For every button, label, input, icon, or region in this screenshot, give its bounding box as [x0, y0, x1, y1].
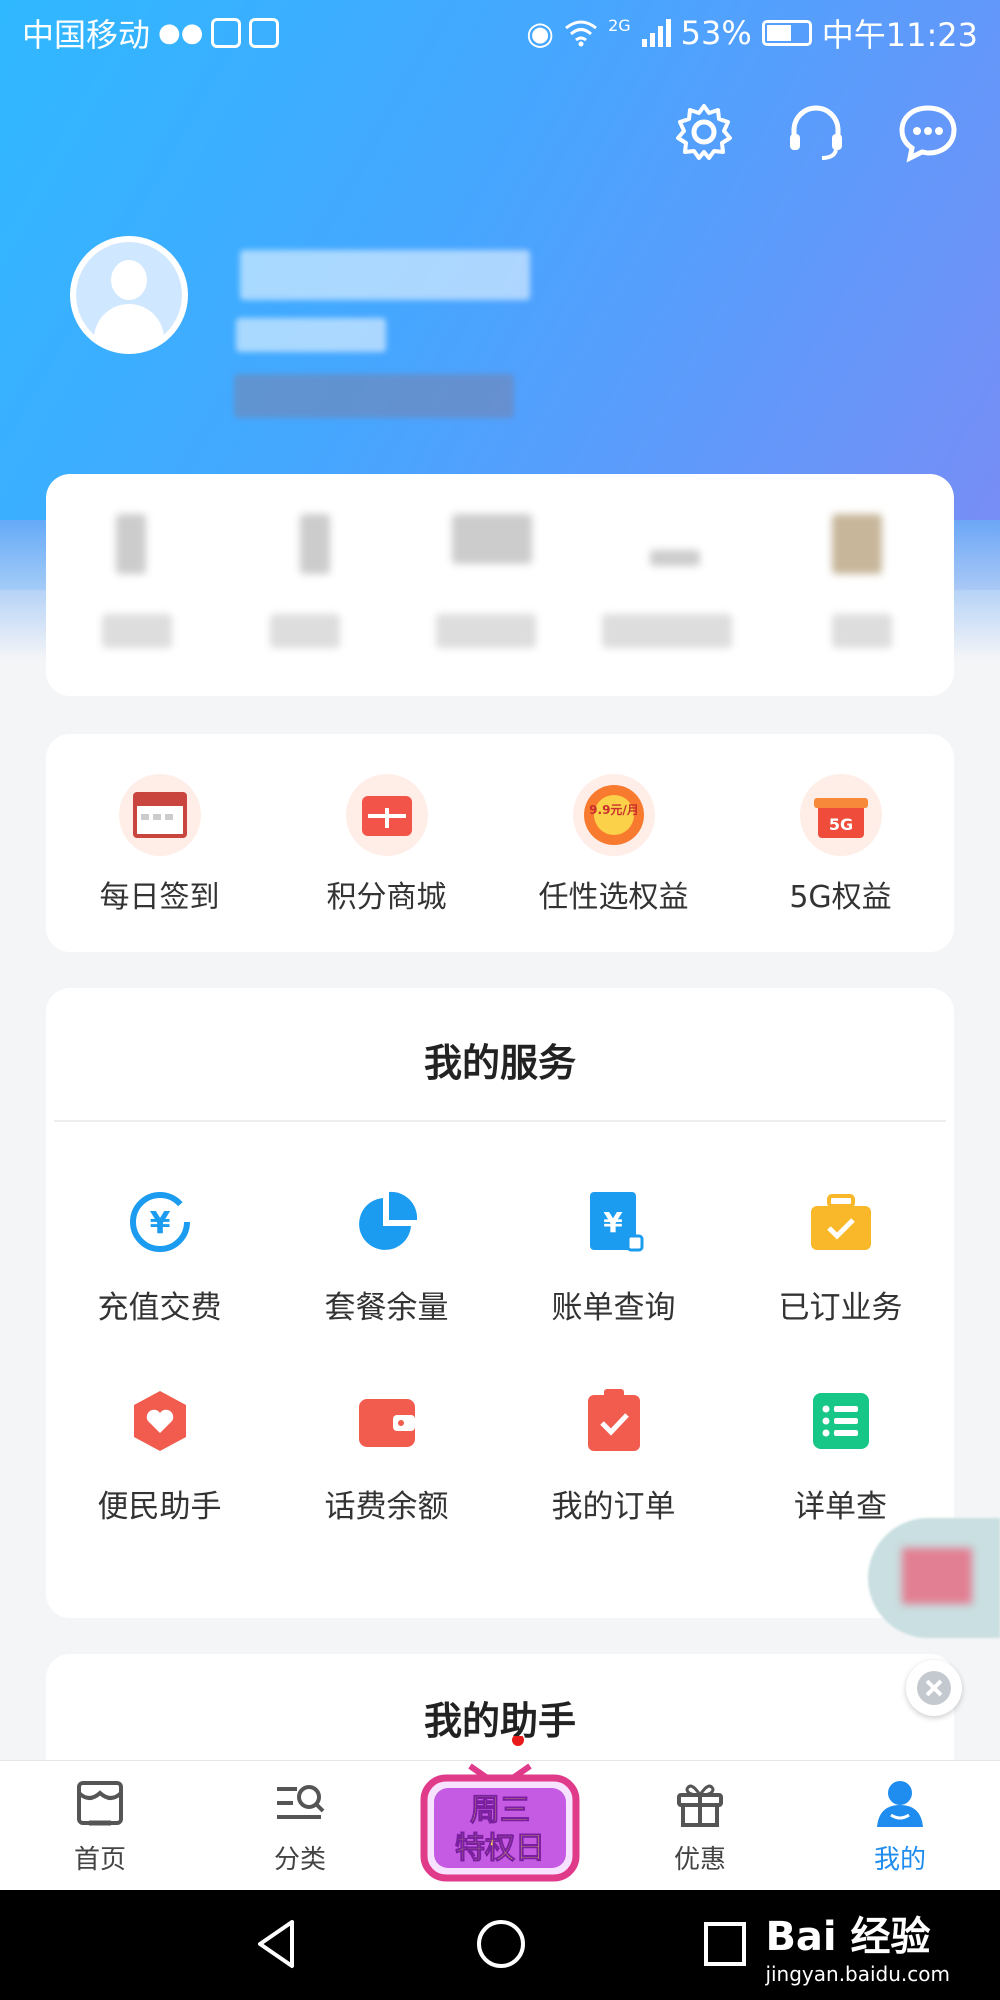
quick-actions-card: 每日签到 积分商城 9.9元/月 任性选权益 5G 5G权益: [46, 734, 954, 952]
service-my-orders[interactable]: 我的订单: [500, 1387, 727, 1526]
service-label: 账单查询: [551, 1290, 676, 1326]
bill-yuan-icon: ¥: [580, 1188, 648, 1256]
user-icon: [877, 1781, 923, 1827]
username-redacted: [240, 250, 530, 300]
yuan-refresh-icon: ¥: [126, 1188, 194, 1256]
wechat-icon: ●●: [158, 18, 204, 48]
5g-badge: 5G: [828, 815, 852, 834]
service-label: 话费余额: [324, 1489, 449, 1525]
svg-text:¥: ¥: [603, 1206, 623, 1239]
svg-text:¥: ¥: [149, 1206, 170, 1241]
service-label: 详单查: [794, 1489, 887, 1525]
back-icon[interactable]: [252, 1916, 302, 1972]
quick-action-points-mall[interactable]: 积分商城: [273, 734, 500, 952]
category-search-icon: [277, 1785, 325, 1819]
close-icon[interactable]: [906, 1660, 962, 1716]
level-redacted: [236, 318, 386, 352]
quick-action-label: 任性选权益: [538, 880, 689, 915]
stat-value-redacted: [650, 550, 700, 566]
signal-icon: [641, 19, 671, 47]
wifi-icon: [565, 20, 597, 47]
battery-icon: [761, 20, 812, 46]
benefit-badge: 9.9元/月: [589, 803, 639, 817]
calendar-checkin-icon: [118, 774, 201, 856]
tab-mine[interactable]: 我的: [840, 1777, 960, 1876]
network-type: 2G: [608, 16, 631, 35]
home-store-icon: [77, 1781, 123, 1826]
quick-action-label: 积分商城: [326, 880, 447, 915]
service-bill-query[interactable]: ¥ 账单查询: [500, 1188, 727, 1327]
stat-label-redacted: [602, 614, 732, 648]
floating-ad[interactable]: [868, 1518, 1000, 1638]
promo-line-2: 特权日: [455, 1831, 545, 1866]
tab-label: 首页: [73, 1845, 126, 1875]
services-divider: [54, 1120, 946, 1122]
heart-hexagon-icon: [126, 1387, 194, 1455]
service-label: 便民助手: [97, 1489, 222, 1525]
chat-bubble-icon[interactable]: [896, 100, 960, 164]
gift-icon: [677, 1784, 723, 1827]
battery-percent: 53%: [680, 14, 752, 52]
clock: 中午11:23: [821, 16, 978, 54]
headset-icon[interactable]: [784, 100, 848, 164]
tab-home[interactable]: 首页: [40, 1777, 160, 1876]
stat-label-redacted: [832, 614, 892, 648]
stat-label-redacted: [270, 614, 340, 648]
service-detail-query[interactable]: 详单查: [727, 1387, 954, 1526]
stat-value-redacted: [116, 514, 146, 574]
eye-icon: ◉: [526, 14, 555, 52]
phone-redacted: [234, 374, 514, 418]
quick-action-label: 每日签到: [99, 880, 220, 915]
service-label: 充值交费: [97, 1290, 222, 1326]
tab-label: 分类: [273, 1845, 326, 1875]
services-title: 我的服务: [423, 1041, 576, 1085]
account-stats-card: [46, 474, 954, 696]
clipboard-check-icon: [580, 1387, 648, 1455]
stat-value-redacted: [300, 514, 330, 574]
system-navigation-bar: Bai 经验 jingyan.baidu.com: [0, 1890, 1000, 2000]
pie-chart-icon: [353, 1188, 421, 1256]
5g-gift-icon: 5G: [799, 774, 882, 856]
stat-label-redacted: [102, 614, 172, 648]
service-recharge[interactable]: ¥ 充值交费: [46, 1188, 273, 1327]
service-credit-balance[interactable]: 话费余额: [273, 1387, 500, 1526]
service-label: 已订业务: [778, 1290, 903, 1326]
quick-action-label: 5G权益: [789, 880, 892, 915]
sim-icon: [211, 18, 242, 48]
list-icon: [807, 1387, 875, 1455]
sim-icon-2: [249, 18, 280, 48]
service-label: 我的订单: [551, 1489, 676, 1525]
avatar[interactable]: [70, 236, 188, 354]
wednesday-promo-badge[interactable]: 周三 特权日: [420, 1736, 580, 1886]
stat-value-redacted: [832, 514, 882, 574]
tab-offers[interactable]: 优惠: [640, 1777, 760, 1876]
wallet-icon: [353, 1387, 421, 1455]
watermark-brand: Bai 经验: [765, 1914, 931, 1960]
stat-label-redacted: [436, 614, 536, 648]
recents-icon[interactable]: [700, 1916, 750, 1972]
tab-category[interactable]: 分类: [240, 1777, 360, 1876]
quick-action-checkin[interactable]: 每日签到: [46, 734, 273, 952]
service-label: 套餐余量: [324, 1290, 449, 1326]
watermark-url: jingyan.baidu.com: [765, 1962, 950, 1986]
quick-action-5g[interactable]: 5G 5G权益: [727, 734, 954, 952]
promo-line-1: 周三: [470, 1793, 530, 1828]
tab-label: 优惠: [673, 1845, 726, 1875]
briefcase-check-icon: [807, 1188, 875, 1256]
stat-value-redacted: [452, 514, 532, 564]
tab-label: 我的: [873, 1845, 926, 1875]
points-mall-icon: [345, 774, 428, 856]
benefit-select-icon: 9.9元/月: [572, 774, 655, 856]
carrier-label: 中国移动: [22, 16, 151, 54]
quick-action-benefits[interactable]: 9.9元/月 任性选权益: [500, 734, 727, 952]
baidu-watermark: Bai 经验 jingyan.baidu.com: [765, 1904, 950, 1986]
service-subscriptions[interactable]: 已订业务: [727, 1188, 954, 1327]
status-bar: 中国移动 ●● ◉ 2G 53% 中午11:23: [0, 0, 1000, 66]
service-plan-balance[interactable]: 套餐余量: [273, 1188, 500, 1327]
assistant-title: 我的助手: [423, 1699, 576, 1743]
service-assistant[interactable]: 便民助手: [46, 1387, 273, 1526]
my-services-card: 我的服务 ¥ 充值交费 套餐余量 ¥ 账单查询 已订业务 便民助手 话费余额 我…: [46, 988, 954, 1618]
home-circle-icon[interactable]: [474, 1916, 528, 1972]
gear-icon[interactable]: [672, 100, 736, 164]
